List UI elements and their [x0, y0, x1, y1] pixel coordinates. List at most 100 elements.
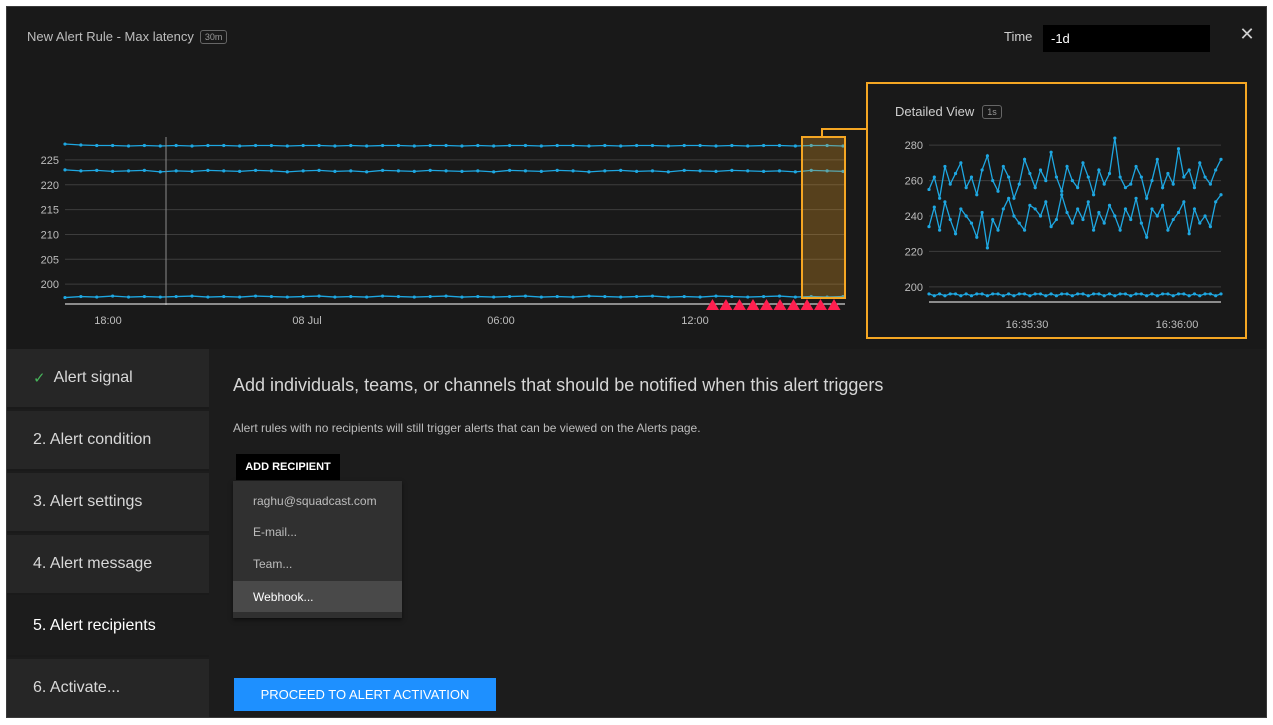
main-chart-series-3-point [555, 294, 559, 299]
main-chart-series-1-point [365, 144, 369, 148]
main-chart-series-2-point [492, 170, 496, 174]
main-chart-series-2-point [650, 169, 655, 173]
main-chart-series-3-point [222, 294, 226, 299]
main-chart-series-1-point [476, 143, 480, 148]
add-recipient-button[interactable]: ADD RECIPIENT [236, 454, 340, 480]
main-chart-series-1-point [793, 144, 797, 148]
detail-chart-series-1-point [985, 154, 989, 158]
detail-chart-series-1-point [1038, 168, 1043, 172]
menu-item-user[interactable]: raghu@squadcast.com [233, 485, 402, 516]
main-chart-series-2-point [126, 169, 131, 173]
detail-chart-series-2-point [1076, 207, 1080, 211]
main-chart-series-1-point [777, 143, 782, 148]
detail-chart-series-3-point [1044, 294, 1048, 298]
section-subtext: Alert rules with no recipients will stil… [233, 421, 701, 435]
main-chart-series-1-point [507, 143, 512, 148]
detail-chart-series-1-point [1208, 182, 1212, 186]
detail-chart-series-1-point [1022, 157, 1027, 161]
main-chart-series-1-point [333, 144, 337, 148]
main-chart-series-3-point [619, 295, 623, 299]
step-alert-signal[interactable]: ✓ Alert signal [7, 349, 209, 409]
main-chart-series-2-point [365, 170, 369, 174]
main-chart-series-3-point [142, 294, 146, 299]
main-chart-series-2-point [698, 169, 702, 173]
step-alert-message[interactable]: 4. Alert message [7, 535, 209, 595]
main-chart-series-1-point [619, 144, 623, 148]
main-chart-series-3-point [317, 294, 321, 298]
main-chart-series-3-point [380, 294, 385, 298]
step-activate[interactable]: 6. Activate... [7, 659, 209, 717]
detail-chart-series-3-point [1081, 292, 1085, 296]
main-chart-series-1-point [444, 143, 448, 148]
proceed-button[interactable]: PROCEED TO ALERT ACTIVATION [234, 678, 496, 711]
detail-chart-series-2-line [928, 194, 1222, 248]
main-chart-series-2-point [222, 169, 226, 173]
detail-chart-series-2-point [1091, 228, 1096, 232]
detail-chart-series-2-point [1161, 203, 1165, 207]
detail-chart-series-3-point [953, 292, 958, 296]
main-chart-series-1-point [238, 144, 242, 148]
main-chart-series-3-point [666, 295, 670, 299]
main-chart-series-3-point [682, 294, 686, 299]
main-chart-series-2-point [428, 168, 432, 172]
detail-chart-series-2-point [1150, 207, 1154, 211]
menu-item-team[interactable]: Team... [233, 548, 402, 579]
detail-chart-series-1-point [1017, 182, 1021, 186]
detail-chart-series-3-point [1007, 292, 1011, 296]
main-chart-series-2-point [349, 169, 353, 173]
main-chart-y-tick-label: 220 [41, 180, 59, 192]
main-chart-series-3-point [571, 295, 575, 299]
detail-chart-series-2-point [1118, 228, 1122, 232]
main-chart-series-2-point [793, 170, 797, 174]
detail-chart-series-1-point [1145, 196, 1149, 200]
detail-chart-series-3-point [1129, 294, 1133, 298]
detail-chart-series-2-point [1208, 225, 1212, 229]
detail-chart-y-tick-label: 220 [905, 246, 923, 258]
detail-chart-series-2-point [927, 225, 931, 229]
main-chart-series-1-line [64, 143, 844, 147]
detail-chart-series-3-point [1171, 294, 1175, 298]
main-chart-series-3-point [777, 294, 782, 298]
detail-chart-series-1-point [1044, 178, 1048, 183]
detail-chart-series-3-point [1198, 294, 1202, 298]
detail-chart-series-3-point [996, 292, 1000, 296]
detail-chart-series-2-point [1129, 217, 1133, 222]
main-chart-series-1-point [746, 144, 750, 148]
step-label: 2. Alert condition [33, 431, 152, 448]
detail-chart-series-3-point [1102, 294, 1106, 298]
menu-item-webhook[interactable]: Webhook... [233, 581, 402, 612]
main-chart-series-1-point [571, 143, 575, 148]
main-chart-series-2-point [380, 168, 385, 172]
detail-chart-series-1-point [1118, 175, 1122, 179]
detail-chart-series-2-point [1012, 214, 1016, 218]
main-chart-series-2-point [238, 169, 242, 173]
detail-chart-series-3-point [975, 292, 979, 296]
detail-chart-series-2-point [1086, 200, 1090, 204]
main-chart-series-3-point [714, 294, 718, 298]
main-chart-series-2-point [253, 168, 258, 172]
detail-chart-series-3-point [980, 292, 984, 296]
main-chart-series-1-point [634, 143, 639, 148]
detail-chart-series-3-point [948, 292, 952, 296]
main-chart-series-3-point [603, 294, 607, 299]
main-chart-series-1-point [190, 144, 194, 148]
step-alert-recipients[interactable]: 5. Alert recipients [7, 597, 209, 657]
main-chart-series-1-point [126, 144, 131, 148]
step-alert-settings[interactable]: 3. Alert settings [7, 473, 209, 533]
detail-chart-series-1-point [1033, 186, 1037, 190]
main-chart-series-3-point [396, 294, 401, 299]
detail-chart-series-2-point [1017, 221, 1021, 225]
detail-chart-series-2-point [1102, 221, 1106, 225]
detail-chart-series-1-point [1176, 147, 1181, 151]
detail-chart-series-3-point [1166, 292, 1170, 296]
detail-chart-series-1-point [1086, 175, 1090, 179]
step-alert-condition[interactable]: 2. Alert condition [7, 411, 209, 471]
detail-chart-series-1-point [1107, 171, 1112, 176]
menu-item-email[interactable]: E-mail... [233, 516, 402, 547]
detail-chart-series-2-point [1097, 210, 1101, 215]
detail-chart-series-3-point [1192, 292, 1197, 296]
detail-chart-series-1-point [1219, 157, 1223, 161]
recipients-content: Add individuals, teams, or channels that… [209, 349, 1266, 717]
detail-chart-series-2-point [980, 210, 984, 215]
detail-chart-series-1-point [1198, 161, 1202, 165]
